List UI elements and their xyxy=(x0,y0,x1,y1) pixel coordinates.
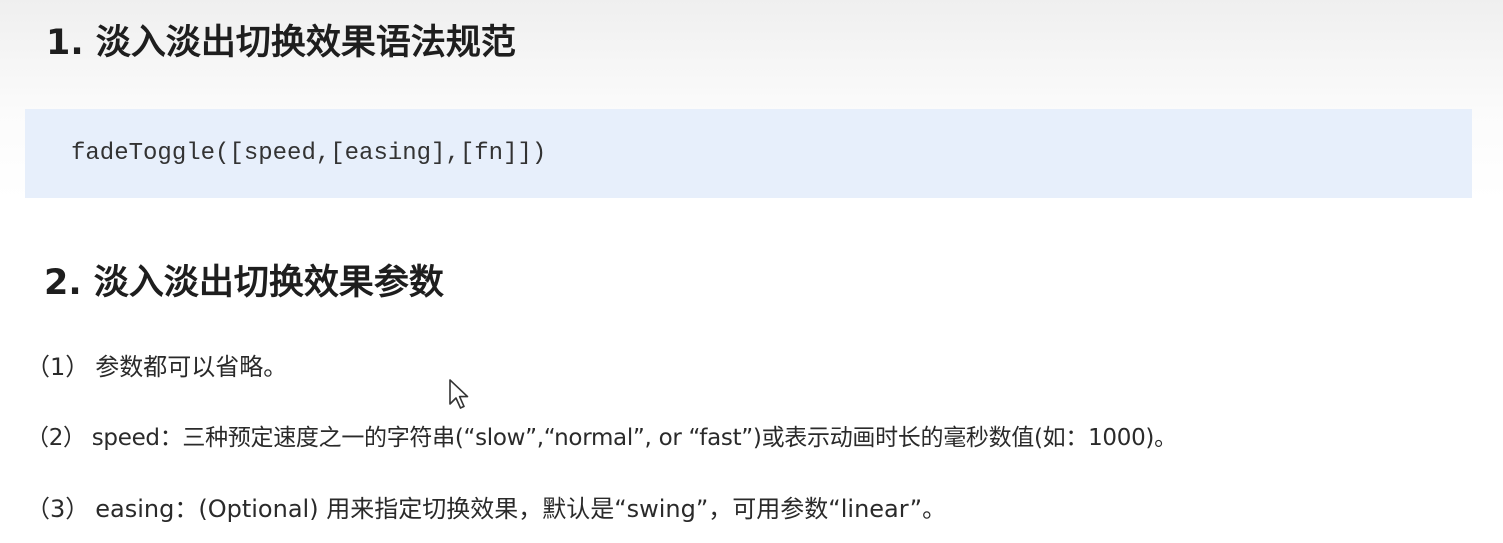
param-text: speed：三种预定速度之一的字符串(“slow”,“normal”, or “… xyxy=(91,425,1177,451)
section-2-title: 2. 淡入淡出切换效果参数 xyxy=(44,263,444,303)
param-text: 参数都可以省略。 xyxy=(95,353,288,381)
mouse-pointer-icon xyxy=(449,379,469,409)
param-number: （1） xyxy=(26,353,90,381)
code-block: fadeToggle([speed,[easing],[fn]]) xyxy=(25,109,1472,198)
param-number: （2） xyxy=(26,425,86,451)
param-text: easing：(Optional) 用来指定切换效果，默认是“swing”，可用… xyxy=(95,495,947,523)
param-item-3: （3） easing：(Optional) 用来指定切换效果，默认是“swing”… xyxy=(26,492,946,526)
param-item-1: （1） 参数都可以省略。 xyxy=(26,350,287,384)
code-syntax: fadeToggle([speed,[easing],[fn]]) xyxy=(71,140,547,167)
param-number: （3） xyxy=(26,495,90,523)
section-1-title: 1. 淡入淡出切换效果语法规范 xyxy=(46,23,516,63)
param-item-2: （2） speed：三种预定速度之一的字符串(“slow”,“normal”, o… xyxy=(26,421,1177,455)
